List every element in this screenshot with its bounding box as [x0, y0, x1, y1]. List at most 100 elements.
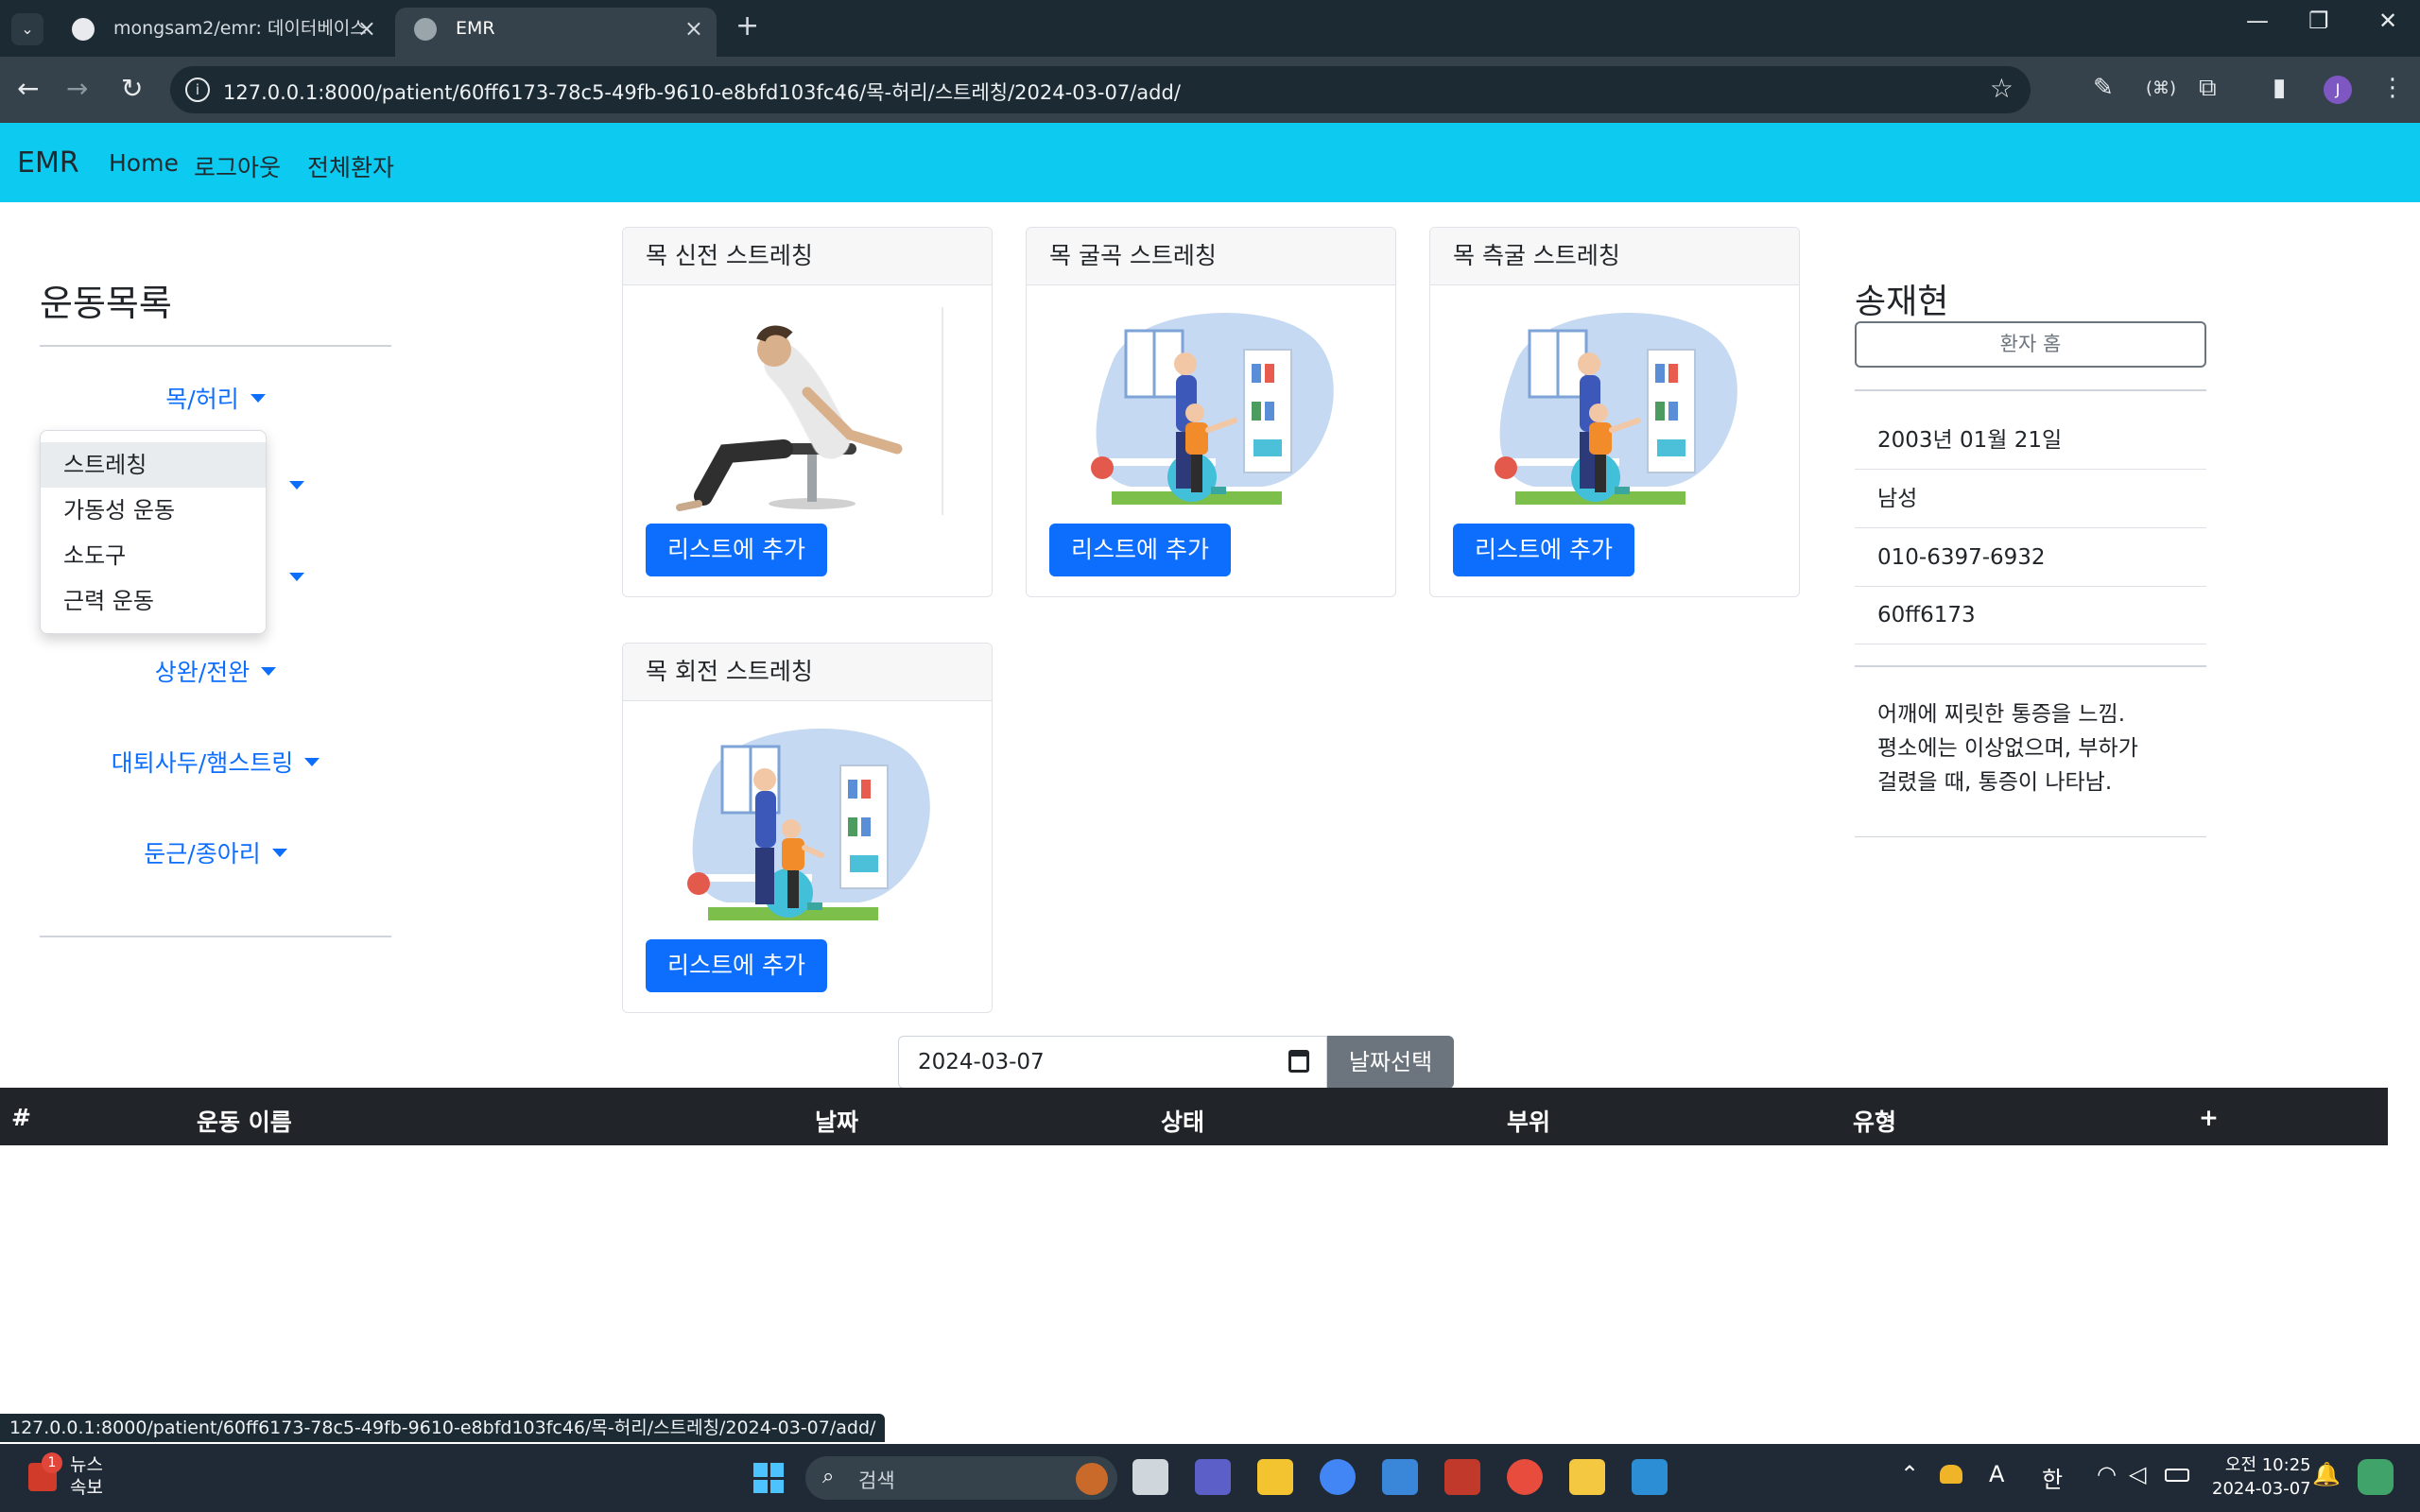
app-navbar: EMR Home 로그아웃 전체환자 — [0, 123, 2420, 202]
search-icon: ⌕ — [822, 1465, 835, 1488]
select-date-button[interactable]: 날짜선택 — [1327, 1036, 1454, 1089]
task-view-icon[interactable] — [1132, 1459, 1168, 1495]
github-favicon-icon — [72, 18, 95, 41]
windows-taskbar: 1 뉴스 속보 ⌕ 검색 ⌃ A 한 ◠ ◁ 오전 10:25 2024-03-… — [0, 1444, 2420, 1512]
dropdown-item-mobility[interactable]: 가동성 운동 — [41, 488, 266, 533]
wifi-icon[interactable]: ◠ — [2097, 1461, 2117, 1487]
address-url[interactable]: 127.0.0.1:8000/patient/60ff6173-78c5-49f… — [223, 77, 1181, 106]
window-close-button[interactable]: ✕ — [2378, 8, 2397, 34]
column-header-status: 상태 — [1161, 1108, 1205, 1136]
dropdown-item-tools[interactable]: 소도구 — [41, 533, 266, 578]
vscode-icon[interactable] — [1632, 1459, 1668, 1495]
panel-divider — [1855, 389, 2206, 391]
notepad-icon[interactable] — [1569, 1459, 1605, 1495]
ime-mode-indicator[interactable]: A — [1989, 1461, 2004, 1487]
minimize-button[interactable]: — — [2246, 8, 2269, 34]
tab-close-icon[interactable]: × — [357, 8, 376, 49]
add-column-button[interactable]: + — [2199, 1104, 2219, 1131]
category-label: 둔근/종아리 — [144, 840, 261, 868]
copilot-icon[interactable] — [2358, 1459, 2394, 1495]
add-to-list-button[interactable]: 리스트에 추가 — [1049, 524, 1231, 576]
brand-logo[interactable]: EMR — [17, 146, 79, 180]
tab-search-dropdown[interactable]: ⌄ — [11, 13, 43, 45]
caret-down-icon — [304, 758, 320, 766]
patient-home-button[interactable]: 환자 홈 — [1855, 321, 2206, 368]
patient-birthdate: 2003년 01월 21일 — [1855, 411, 2206, 470]
windows-start-icon[interactable] — [753, 1463, 784, 1493]
category-dropdown-arm[interactable]: 상완/전완 — [40, 654, 391, 688]
chrome-icon[interactable] — [1320, 1459, 1356, 1495]
volume-muted-icon[interactable]: ◁ — [2129, 1461, 2146, 1487]
side-panel-icon[interactable]: ▮ — [2273, 74, 2286, 102]
extensions-puzzle-icon[interactable]: ⧉ — [2199, 74, 2217, 103]
category-dropdown-neck-waist[interactable]: 목/허리 — [40, 381, 391, 415]
add-to-list-button[interactable]: 리스트에 추가 — [1453, 524, 1634, 576]
bookmark-star-icon[interactable]: ☆ — [1990, 73, 2014, 104]
add-to-list-button[interactable]: 리스트에 추가 — [646, 939, 827, 992]
patient-name: 송재현 — [1855, 283, 1949, 321]
news-sublabel: 속보 — [70, 1477, 103, 1498]
back-arrow-icon[interactable]: ← — [17, 73, 39, 104]
file-explorer-icon[interactable] — [1257, 1459, 1293, 1495]
pen-extension-icon[interactable]: ✎ — [2093, 74, 2114, 102]
browser-tab-emr[interactable]: EMR × — [395, 8, 717, 57]
news-widget[interactable]: 뉴스 속보 — [70, 1453, 103, 1499]
notification-bell-icon[interactable]: 🔔 — [2312, 1461, 2341, 1487]
link-status-bar: 127.0.0.1:8000/patient/60ff6173-78c5-49f… — [0, 1414, 886, 1442]
exercise-card: 목 굴곡 스트레칭 리스트에 추가 — [1026, 227, 1396, 597]
nav-link-logout[interactable]: 로그아웃 — [194, 149, 281, 183]
exercise-card-title: 목 회전 스트레칭 — [623, 644, 992, 701]
exercise-card-title: 목 신전 스트레칭 — [623, 228, 992, 285]
column-header-date: 날짜 — [815, 1108, 859, 1136]
caret-down-icon — [261, 667, 277, 676]
tab-close-icon[interactable]: × — [684, 8, 703, 49]
app-icon-red[interactable] — [1444, 1459, 1480, 1495]
category-dropdown-thigh[interactable]: 대퇴사두/햄스트링 — [40, 745, 391, 779]
profile-avatar[interactable]: J — [2324, 76, 2352, 104]
site-info-icon[interactable]: i — [185, 77, 210, 102]
exercise-table-header: # 운동 이름 날짜 상태 부위 유형 + — [0, 1088, 2388, 1145]
dropdown-item-strength[interactable]: 근력 운동 — [41, 578, 266, 624]
code-extension-icon[interactable]: (⌘) — [2146, 78, 2176, 98]
dropdown-item-stretching[interactable]: 스트레칭 — [41, 442, 266, 488]
forward-arrow-icon[interactable]: → — [66, 73, 88, 104]
category-dropdown-menu: 스트레칭 가동성 운동 소도구 근력 운동 — [40, 430, 267, 634]
tray-overflow-chevron-icon[interactable]: ⌃ — [1900, 1461, 1919, 1487]
battery-icon[interactable] — [2165, 1469, 2189, 1482]
nav-link-home[interactable]: Home — [109, 149, 179, 177]
nav-link-all-patients[interactable]: 전체환자 — [307, 149, 394, 183]
caret-down-icon — [271, 849, 287, 857]
calendar-icon[interactable] — [1288, 1050, 1309, 1073]
search-highlight-icon — [1076, 1463, 1108, 1495]
browser-menu-icon[interactable]: ⋮ — [2380, 74, 2405, 102]
sync-app-icon[interactable] — [1507, 1459, 1543, 1495]
ms-store-icon[interactable] — [1382, 1459, 1418, 1495]
patient-note-line: 걸렸을 때, 통증이 나타남. — [1877, 770, 2113, 795]
category-label: 목/허리 — [165, 386, 239, 413]
exercise-card-title: 목 측굴 스트레칭 — [1430, 228, 1799, 285]
patient-phone: 010-6397-6932 — [1855, 528, 2206, 587]
taskbar-clock[interactable]: 오전 10:25 2024-03-07 — [2212, 1453, 2311, 1501]
sidebar-divider-top — [40, 345, 391, 347]
neck-extension-illustration — [670, 307, 946, 515]
teams-icon[interactable] — [1195, 1459, 1231, 1495]
patient-note-line: 평소에는 이상없으며, 부하가 — [1877, 736, 2138, 761]
panel-divider — [1855, 665, 2206, 667]
browser-tab-github[interactable]: mongsam2/emr: 데이터베이스 × — [53, 8, 389, 57]
weather-tray-icon[interactable] — [1940, 1465, 1962, 1484]
patient-note-line: 어깨에 찌릿한 통증을 느낌. — [1877, 702, 2126, 727]
patient-note: 어깨에 찌릿한 통증을 느낌. 평소에는 이상없으며, 부하가 걸렸을 때, 통… — [1877, 697, 2199, 799]
restore-button[interactable]: ❐ — [2308, 8, 2329, 34]
date-input[interactable]: 2024-03-07 — [898, 1036, 1327, 1089]
clock-time: 오전 10:25 — [2224, 1455, 2311, 1475]
reload-icon[interactable]: ↻ — [121, 73, 143, 104]
new-tab-button[interactable]: + — [735, 9, 759, 43]
ime-language-indicator[interactable]: 한 — [2042, 1461, 2063, 1494]
taskbar-search[interactable]: ⌕ 검색 — [805, 1456, 1117, 1500]
address-bar[interactable]: i 127.0.0.1:8000/patient/60ff6173-78c5-4… — [170, 66, 2031, 113]
category-dropdown-glute[interactable]: 둔근/종아리 — [40, 835, 391, 869]
date-value: 2024-03-07 — [918, 1050, 1045, 1074]
caret-down-icon — [250, 394, 266, 403]
add-to-list-button[interactable]: 리스트에 추가 — [646, 524, 827, 576]
column-header-number: # — [11, 1104, 31, 1131]
